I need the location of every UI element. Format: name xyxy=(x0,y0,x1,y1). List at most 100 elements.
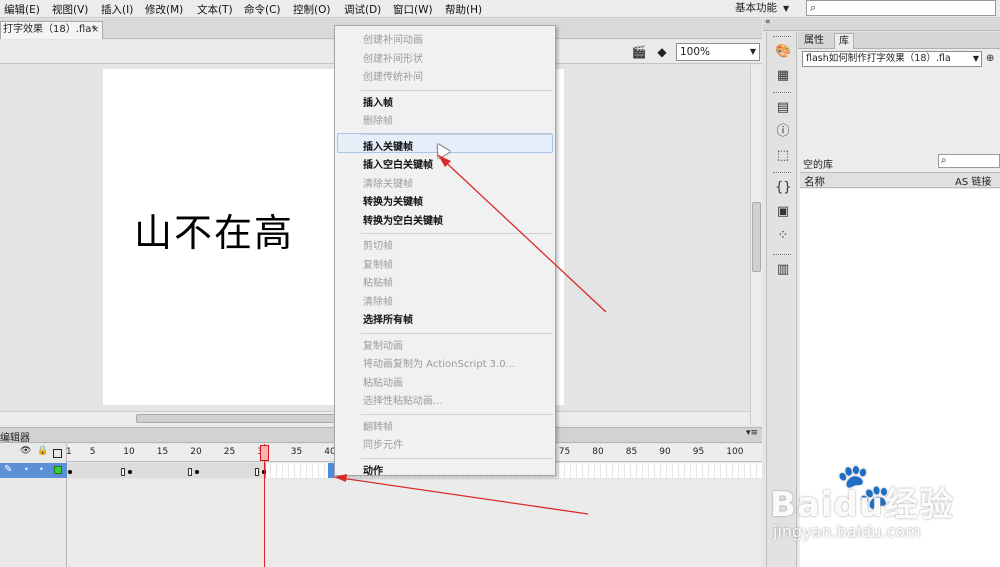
library-search-input[interactable]: ⌕ xyxy=(938,154,1000,168)
swatches-icon[interactable]: ▦ xyxy=(775,68,791,84)
menu-separator xyxy=(361,457,553,459)
align-icon[interactable]: ▤ xyxy=(775,100,791,116)
menu-item[interactable]: 插入空白关键帧 xyxy=(363,156,433,171)
keyframe-dot[interactable] xyxy=(195,470,199,474)
menu-separator xyxy=(361,133,553,135)
menu-item[interactable]: 转换为关键帧 xyxy=(363,193,423,208)
vertical-scrollbar[interactable] xyxy=(750,65,762,425)
menu-debug[interactable]: 调试(D) xyxy=(344,2,381,17)
document-tab[interactable]: 打字效果（18）.fla* × xyxy=(0,21,103,39)
edit-scene-icon[interactable]: 🎬 xyxy=(630,44,648,60)
timeline-title: 编辑器 xyxy=(0,433,30,444)
menu-item: 选择性粘贴动画... xyxy=(363,396,443,407)
frame-span-end[interactable] xyxy=(121,468,125,476)
document-tab-title: 打字效果（18）.fla* xyxy=(3,24,97,35)
grip-icon[interactable] xyxy=(773,172,791,175)
motion-presets-icon[interactable]: ⁘ xyxy=(775,228,791,244)
lock-icon[interactable]: 🔒 xyxy=(37,446,48,456)
column-as-linkage[interactable]: AS 链接 xyxy=(955,173,1000,189)
menu-text[interactable]: 文本(T) xyxy=(197,2,233,17)
zoom-value: 100% xyxy=(680,46,711,58)
ruler-tick-label: 20 xyxy=(190,447,202,457)
menu-insert[interactable]: 插入(I) xyxy=(101,2,133,17)
menu-control[interactable]: 控制(O) xyxy=(293,2,330,17)
pencil-icon: ✎ xyxy=(4,464,13,475)
menu-item[interactable]: 插入帧 xyxy=(363,94,393,109)
tab-library[interactable]: 库 xyxy=(834,33,854,49)
menu-window[interactable]: 窗口(W) xyxy=(393,2,433,17)
pin-icon[interactable]: ⊕ xyxy=(986,53,994,64)
menu-item: 剪切帧 xyxy=(363,241,393,252)
search-icon: ⌕ xyxy=(941,155,947,166)
menu-view[interactable]: 视图(V) xyxy=(52,2,88,17)
playhead-handle[interactable] xyxy=(260,445,269,461)
scroll-thumb[interactable] xyxy=(752,202,761,272)
menu-modify[interactable]: 修改(M) xyxy=(145,2,183,17)
grip-icon[interactable] xyxy=(773,254,791,257)
library-file-select[interactable]: flash如何制作打字效果（18）.fla ▼ xyxy=(802,51,982,67)
menu-separator xyxy=(361,332,553,334)
lock-dot-icon[interactable]: • xyxy=(39,465,44,474)
menu-item[interactable]: 插入关键帧 xyxy=(363,138,413,153)
keyframe-dot[interactable] xyxy=(128,470,132,474)
ruler-tick-label: 15 xyxy=(156,447,169,457)
ruler-tick-label: 85 xyxy=(625,447,638,457)
outline-color-icon[interactable] xyxy=(54,466,62,474)
frame-context-menu: 创建补间动画 创建补间形状 创建传统补间 插入帧 删除帧 插入关键帧 插入空白关键帧 清除关键… xyxy=(334,25,556,477)
menu-item[interactable]: 动作 xyxy=(363,462,383,477)
menu-separator xyxy=(361,413,553,415)
zoom-select[interactable]: 100% ▼ xyxy=(676,43,760,61)
menu-item: 粘贴帧 xyxy=(363,278,393,289)
close-icon[interactable]: × xyxy=(91,22,99,38)
frame-span-end[interactable] xyxy=(188,468,192,476)
workspace-label: 基本功能 xyxy=(735,2,777,14)
menu-help[interactable]: 帮助(H) xyxy=(445,2,482,17)
frame-span-end[interactable] xyxy=(255,468,259,476)
menu-separator xyxy=(361,89,553,91)
panel-tabs: 属性 库 xyxy=(798,32,1000,49)
ruler-tick-label: 10 xyxy=(123,447,135,457)
visibility-dot-icon[interactable]: • xyxy=(24,465,29,474)
keyframe-dot[interactable] xyxy=(68,470,72,474)
menu-item: 将动画复制为 ActionScript 3.0... xyxy=(363,359,516,370)
menu-item: 同步元件 xyxy=(363,440,403,451)
menu-item: 粘贴动画 xyxy=(363,377,403,389)
library-file-name: flash如何制作打字效果（18）.fla xyxy=(806,53,951,64)
workspace-switcher[interactable]: 基本功能 ▼ xyxy=(735,0,789,18)
menu-edit[interactable]: 编辑(E) xyxy=(4,2,40,17)
menu-item: 清除帧 xyxy=(363,296,393,308)
grip-icon[interactable] xyxy=(773,92,791,95)
menu-item: 翻转帧 xyxy=(363,421,393,433)
code-snippets-icon[interactable]: {} xyxy=(775,180,792,196)
filled-frames[interactable] xyxy=(67,463,266,478)
project-icon[interactable]: ▥ xyxy=(775,262,791,278)
eye-icon[interactable]: 👁 xyxy=(20,446,31,456)
edit-symbols-icon[interactable]: ◆ xyxy=(653,44,671,60)
transform-icon[interactable]: ⬚ xyxy=(775,148,791,164)
scroll-thumb[interactable] xyxy=(136,414,336,423)
chevron-down-icon: ▼ xyxy=(783,4,790,13)
chevron-down-icon: ▼ xyxy=(749,47,756,56)
menu-item[interactable]: 选择所有帧 xyxy=(363,311,413,326)
panel-menu-icon[interactable]: ▾≡ xyxy=(746,428,758,438)
column-name[interactable]: 名称 xyxy=(804,174,825,189)
outline-icon[interactable] xyxy=(53,449,62,458)
stage-text[interactable]: 山不在高 xyxy=(134,202,294,257)
help-search-input[interactable]: ⌕ xyxy=(806,0,996,16)
ruler-tick-label: 25 xyxy=(223,447,236,457)
grip-icon[interactable] xyxy=(773,36,791,39)
menu-item[interactable]: 转换为空白关键帧 xyxy=(363,212,443,227)
search-icon: ⌕ xyxy=(810,1,817,14)
collapse-icon[interactable]: « xyxy=(765,17,771,27)
color-palette-icon[interactable]: 🎨 xyxy=(775,44,791,60)
tab-properties[interactable]: 属性 xyxy=(800,33,828,49)
menu-item: 创建补间形状 xyxy=(363,53,423,65)
menu-commands[interactable]: 命令(C) xyxy=(244,2,281,17)
chevron-down-icon: ▼ xyxy=(972,54,979,63)
info-icon[interactable]: ⓘ xyxy=(775,124,791,140)
ruler-tick-label: 75 xyxy=(558,447,571,457)
ruler-tick-label: 100 xyxy=(726,447,744,457)
menu-item: 删除帧 xyxy=(363,116,393,127)
ruler-tick-label: 80 xyxy=(592,447,604,457)
components-icon[interactable]: ▣ xyxy=(775,204,791,220)
